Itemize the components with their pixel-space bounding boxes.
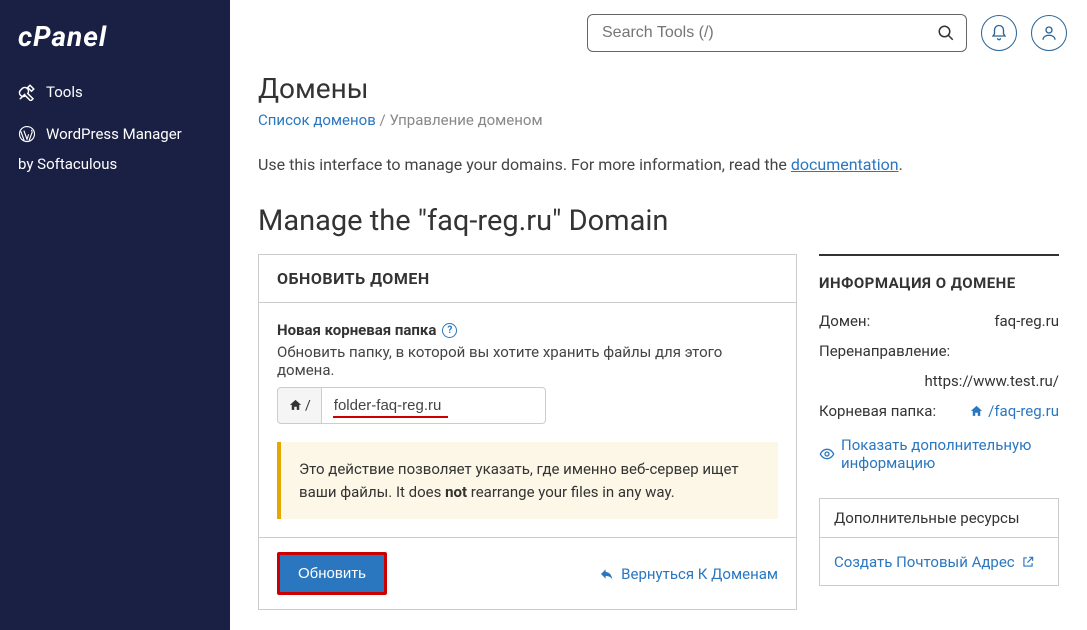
breadcrumb-link-list[interactable]: Список доменов [258,111,376,129]
resources-body: Создать Почтовый Адрес [820,538,1058,585]
sidebar-item-label: WordPress Manager [46,125,182,143]
home-prefix: / [277,387,321,424]
info-key-redirect: Перенаправление: [819,342,950,360]
help-icon[interactable]: ? [442,323,457,338]
intro-text: Use this interface to manage your domain… [258,155,1059,174]
external-link-icon [1021,555,1035,569]
callout-info: Это действие позволяет указать, где имен… [277,442,778,519]
create-mail-link[interactable]: Создать Почтовый Адрес [834,553,1035,571]
main: Домены Список доменов / Управление домен… [230,0,1087,630]
update-card-footer: Обновить Вернуться К Доменам [259,537,796,609]
notifications-button[interactable] [981,15,1017,51]
show-more-label: Показать дополнительную информацию [841,436,1059,472]
sidebar-item-wp-sub: by Softaculous [0,155,230,187]
info-key-root: Корневая папка: [819,402,936,420]
root-folder-label: Новая корневая папка ? [277,321,778,339]
logo-text: cPanel [18,20,212,53]
resources-header: Дополнительные ресурсы [820,499,1058,538]
logo: cPanel [0,0,230,71]
columns: ОБНОВИТЬ ДОМЕН Новая корневая папка ? Об… [258,254,1059,610]
slash: / [305,398,311,414]
sidebar-item-tools[interactable]: Tools [0,71,230,113]
root-folder-input[interactable] [321,387,546,424]
right-column: ИНФОРМАЦИЯ О ДОМЕНЕ Домен: faq-reg.ru Пе… [819,254,1059,586]
eye-icon [819,446,835,462]
wordpress-icon [18,125,36,143]
info-row-redirect: Перенаправление: [819,336,1059,366]
update-card-body: Новая корневая папка ? Обновить папку, в… [259,303,796,537]
callout-bold: not [445,483,467,501]
info-row-redirect-val: https://www.test.ru/ [819,366,1059,396]
back-label: Вернуться К Доменам [621,565,778,583]
update-domain-card: ОБНОВИТЬ ДОМЕН Новая корневая папка ? Об… [258,254,797,610]
sidebar-item-label: Tools [46,83,83,101]
update-card-header: ОБНОВИТЬ ДОМЕН [259,255,796,303]
user-icon [1040,24,1058,42]
info-val-domain: faq-reg.ru [994,312,1059,330]
search-button[interactable] [933,20,959,46]
content: Домены Список доменов / Управление домен… [230,66,1087,630]
info-key-domain: Домен: [819,312,870,330]
intro-pre: Use this interface to manage your domain… [258,155,791,174]
info-val-redirect: https://www.test.ru/ [925,372,1059,390]
search-wrap [587,14,967,52]
reply-icon [599,566,615,582]
home-icon [969,404,984,419]
search-input[interactable] [587,14,967,52]
intro-post: . [899,155,903,174]
resources-card: Дополнительные ресурсы Создать Почтовый … [819,498,1059,586]
root-folder-input-group: / [277,387,778,424]
update-button[interactable]: Обновить [277,552,387,595]
back-to-domains-link[interactable]: Вернуться К Доменам [599,565,778,583]
user-button[interactable] [1031,15,1067,51]
domain-info-header: ИНФОРМАЦИЯ О ДОМЕНЕ [819,254,1059,292]
info-row-domain: Домен: faq-reg.ru [819,306,1059,336]
tools-icon [18,83,36,101]
home-icon [288,398,303,413]
page-title: Домены [258,72,1059,105]
breadcrumb: Список доменов / Управление доменом [258,111,1059,129]
breadcrumb-sep: / [380,111,386,129]
bell-icon [990,24,1008,42]
show-more-info-link[interactable]: Показать дополнительную информацию [819,436,1059,472]
documentation-link[interactable]: documentation [791,155,899,174]
info-row-root: Корневая папка: /faq-reg.ru [819,396,1059,426]
sidebar-item-wp-manager[interactable]: WordPress Manager [0,113,230,155]
info-val-root: /faq-reg.ru [988,402,1059,420]
sidebar: cPanel Tools WordPress Manager by Softac… [0,0,230,630]
create-mail-label: Создать Почтовый Адрес [834,553,1015,571]
breadcrumb-current: Управление доменом [389,111,542,129]
callout-post: rearrange your files in any way. [467,483,675,501]
search-icon [937,24,955,42]
topbar [230,0,1087,66]
field-label-text: Новая корневая папка [277,321,436,339]
field-desc: Обновить папку, в которой вы хотите хран… [277,343,778,379]
manage-section-title: Manage the "faq-reg.ru" Domain [258,204,1059,238]
info-val-root-link[interactable]: /faq-reg.ru [969,402,1059,420]
